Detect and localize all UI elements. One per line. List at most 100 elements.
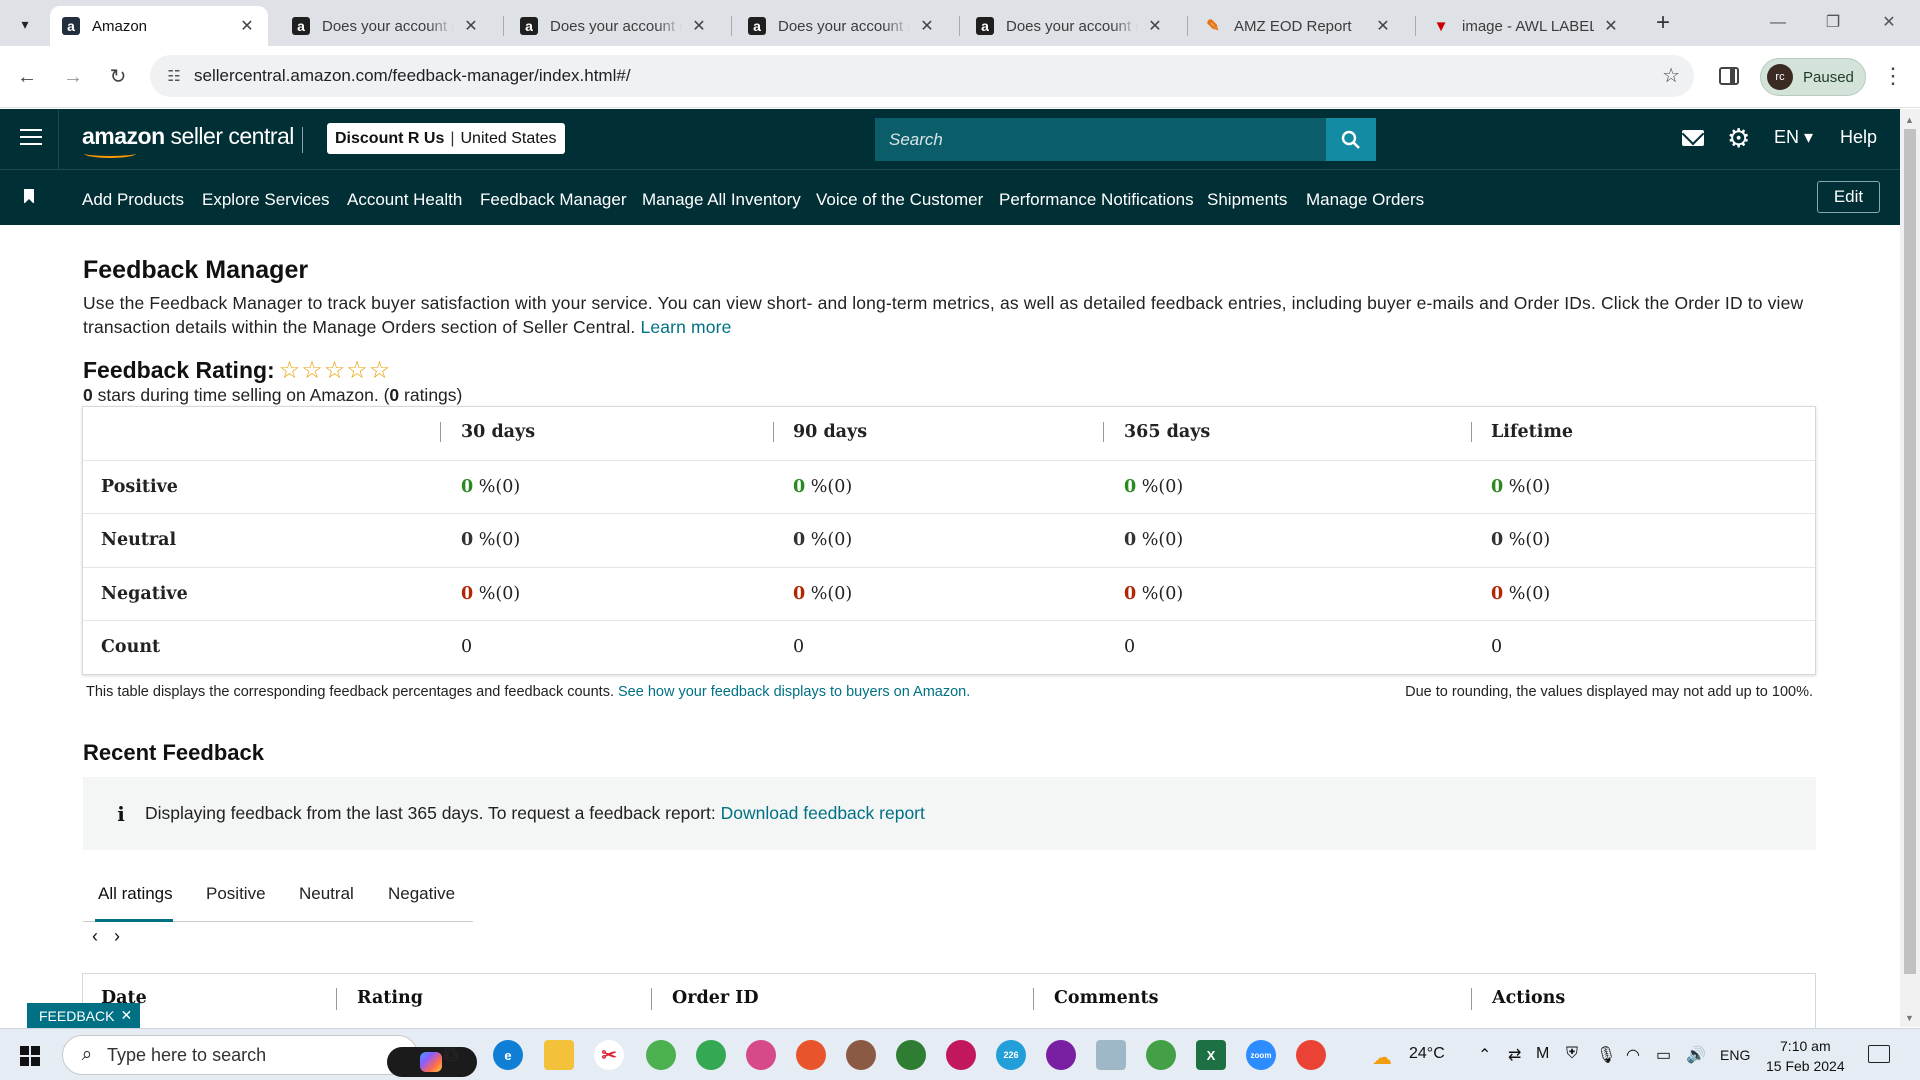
browser-menu-icon[interactable]: ⋮ bbox=[1882, 64, 1904, 88]
download-feedback-report-link[interactable]: Download feedback report bbox=[721, 803, 925, 823]
input-language[interactable]: ENG bbox=[1720, 1047, 1750, 1063]
chevron-right-icon[interactable]: › bbox=[114, 926, 120, 946]
snipping-tool-icon[interactable]: ✂ bbox=[594, 1040, 624, 1070]
security-icon[interactable]: ⛨ bbox=[1566, 1045, 1578, 1063]
windows-start-icon[interactable] bbox=[20, 1046, 40, 1066]
app-icon[interactable] bbox=[1096, 1040, 1126, 1070]
tab-negative[interactable]: Negative bbox=[388, 884, 455, 904]
close-icon[interactable]: ✕ bbox=[1602, 16, 1620, 36]
volume-icon[interactable]: 🔊 bbox=[1686, 1045, 1706, 1065]
bookmark-icon[interactable] bbox=[24, 189, 34, 204]
close-icon[interactable]: ✕ bbox=[462, 16, 480, 36]
tab-search-button[interactable]: ▾ bbox=[10, 9, 40, 39]
browser-tab[interactable]: a Does your account q ✕ bbox=[964, 6, 1176, 46]
close-icon[interactable]: ✕ bbox=[690, 16, 708, 36]
close-icon[interactable]: ✕ bbox=[1146, 16, 1164, 36]
excel-icon[interactable]: X bbox=[1196, 1040, 1226, 1070]
browser-tab[interactable]: ✎ AMZ EOD Report ✕ bbox=[1192, 6, 1404, 46]
telegram-icon[interactable]: 226 bbox=[996, 1040, 1026, 1070]
tab-title: image - AWL LABEL bbox=[1462, 17, 1594, 35]
gmail-tray-icon[interactable]: M bbox=[1536, 1045, 1549, 1063]
language-selector[interactable]: EN ▾ bbox=[1774, 127, 1813, 148]
forward-icon[interactable]: → bbox=[58, 62, 88, 92]
profile-button[interactable]: rc Paused bbox=[1760, 58, 1866, 96]
nav-manage-all-inventory[interactable]: Manage All Inventory bbox=[642, 190, 801, 210]
minimize-icon[interactable]: — bbox=[1755, 8, 1801, 38]
scroll-up-icon[interactable]: ▲ bbox=[1905, 115, 1914, 125]
wifi-icon[interactable]: ◠ bbox=[1626, 1045, 1640, 1065]
side-panel-icon[interactable] bbox=[1719, 67, 1739, 85]
hamburger-menu-icon[interactable] bbox=[20, 129, 42, 147]
weather-temp[interactable]: 24°C bbox=[1409, 1045, 1445, 1063]
chevron-left-icon[interactable]: ‹ bbox=[92, 926, 98, 946]
chrome-profile-icon[interactable] bbox=[896, 1040, 926, 1070]
help-link[interactable]: Help bbox=[1840, 127, 1877, 148]
nav-explore-services[interactable]: Explore Services bbox=[202, 190, 330, 210]
seller-central-logo[interactable]: amazon seller central bbox=[82, 123, 294, 158]
chrome-profile-icon[interactable] bbox=[646, 1040, 676, 1070]
tray-app-icon[interactable]: ⇄ bbox=[1508, 1045, 1521, 1065]
bookmark-star-icon[interactable]: ☆ bbox=[1662, 63, 1680, 88]
chrome-profile-icon[interactable] bbox=[1046, 1040, 1076, 1070]
mail-icon[interactable] bbox=[1682, 130, 1704, 146]
chrome-profile-icon[interactable] bbox=[746, 1040, 776, 1070]
chrome-profile-icon[interactable] bbox=[696, 1040, 726, 1070]
metric-value: 0 bbox=[793, 477, 806, 497]
nav-add-products[interactable]: Add Products bbox=[82, 190, 184, 210]
close-icon[interactable]: ✕ bbox=[1374, 16, 1392, 36]
chrome-profile-icon[interactable] bbox=[1146, 1040, 1176, 1070]
gear-icon[interactable]: ⚙ bbox=[1727, 125, 1750, 151]
close-icon[interactable]: ✕ bbox=[120, 1007, 132, 1024]
close-icon[interactable]: ✕ bbox=[918, 16, 936, 36]
window-close-icon[interactable]: ✕ bbox=[1866, 8, 1912, 38]
search-input[interactable]: Search bbox=[875, 118, 1376, 161]
learn-more-link[interactable]: Learn more bbox=[640, 317, 731, 337]
chevron-up-icon[interactable]: ⌃ bbox=[1478, 1045, 1491, 1065]
new-tab-button[interactable]: + bbox=[1649, 10, 1677, 38]
task-view-icon[interactable]: ⧉ bbox=[436, 1040, 466, 1070]
browser-tab[interactable]: a Does your account q ✕ bbox=[280, 6, 492, 46]
back-icon[interactable]: ← bbox=[12, 62, 42, 92]
tab-all-ratings[interactable]: All ratings bbox=[98, 884, 173, 904]
address-bar[interactable]: ☷ sellercentral.amazon.com/feedback-mana… bbox=[150, 55, 1694, 97]
browser-tab[interactable]: ▼ image - AWL LABEL ✕ bbox=[1420, 6, 1632, 46]
nav-shipments[interactable]: Shipments bbox=[1207, 190, 1287, 210]
browser-tab[interactable]: a Does your account q ✕ bbox=[736, 6, 948, 46]
microphone-icon[interactable]: 🎙 bbox=[1596, 1045, 1616, 1065]
reload-icon[interactable]: ↻ bbox=[103, 62, 133, 92]
file-explorer-icon[interactable] bbox=[544, 1040, 574, 1070]
chrome-profile-icon[interactable] bbox=[946, 1040, 976, 1070]
notifications-icon[interactable] bbox=[1868, 1045, 1890, 1063]
page-scrollbar[interactable]: ▲ ▼ bbox=[1900, 109, 1920, 1027]
nav-account-health[interactable]: Account Health bbox=[347, 190, 462, 210]
feedback-display-link[interactable]: See how your feedback displays to buyers… bbox=[618, 684, 970, 700]
nav-manage-orders[interactable]: Manage Orders bbox=[1306, 190, 1424, 210]
taskbar-search-input[interactable]: ⌕ Type here to search bbox=[62, 1035, 477, 1077]
chrome-profile-icon[interactable] bbox=[796, 1040, 826, 1070]
zoom-icon[interactable]: zoom bbox=[1246, 1040, 1276, 1070]
store-switcher[interactable]: Discount R Us | United States bbox=[327, 123, 565, 154]
edge-icon[interactable]: e bbox=[493, 1040, 523, 1070]
close-icon[interactable]: ✕ bbox=[238, 16, 256, 36]
nav-performance-notifications[interactable]: Performance Notifications bbox=[999, 190, 1194, 210]
weather-icon[interactable]: ☁ bbox=[1372, 1045, 1392, 1070]
system-clock[interactable]: 7:10 am 15 Feb 2024 bbox=[1766, 1036, 1845, 1076]
site-info-icon[interactable]: ☷ bbox=[154, 67, 194, 85]
browser-tab[interactable]: a Amazon ✕ bbox=[50, 6, 268, 46]
tab-neutral[interactable]: Neutral bbox=[299, 884, 354, 904]
battery-icon[interactable]: ▭ bbox=[1656, 1045, 1671, 1065]
edit-nav-button[interactable]: Edit bbox=[1817, 181, 1880, 213]
feedback-widget-button[interactable]: FEEDBACK ✕ bbox=[27, 1003, 141, 1028]
chrome-profile-icon[interactable] bbox=[846, 1040, 876, 1070]
tab-positive[interactable]: Positive bbox=[206, 884, 266, 904]
scrollbar-thumb[interactable] bbox=[1904, 129, 1916, 974]
tab-title: Does your account q bbox=[778, 17, 910, 35]
url-text[interactable]: sellercentral.amazon.com/feedback-manage… bbox=[194, 66, 631, 86]
restore-icon[interactable]: ❐ bbox=[1810, 8, 1856, 38]
scroll-down-icon[interactable]: ▼ bbox=[1905, 1013, 1914, 1023]
browser-tab[interactable]: a Does your account q ✕ bbox=[508, 6, 720, 46]
chrome-icon[interactable] bbox=[1296, 1040, 1326, 1070]
nav-voice-of-the-customer[interactable]: Voice of the Customer bbox=[816, 190, 983, 210]
nav-feedback-manager[interactable]: Feedback Manager bbox=[480, 190, 626, 210]
search-button[interactable] bbox=[1326, 118, 1376, 161]
